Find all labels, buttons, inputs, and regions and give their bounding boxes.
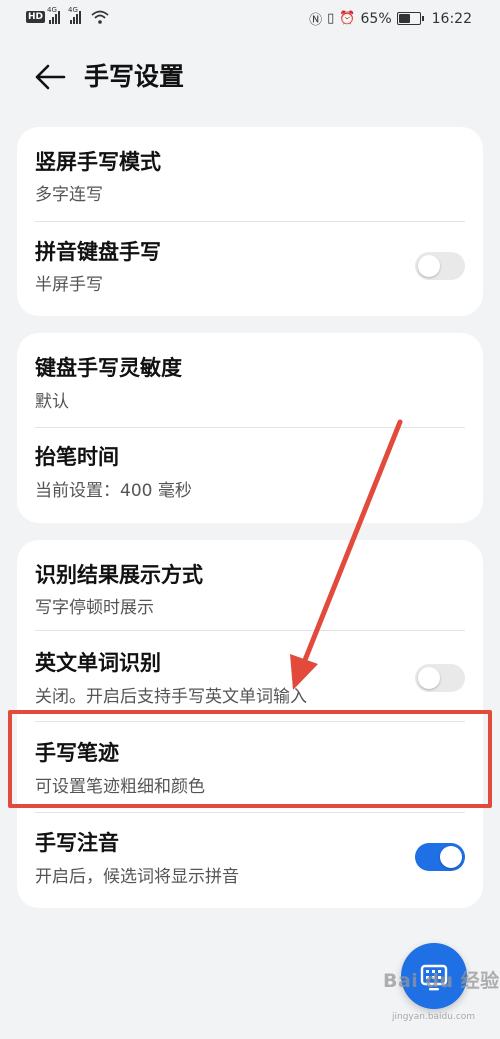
english-word-toggle[interactable] xyxy=(415,664,465,692)
pinyin-handwriting-toggle[interactable] xyxy=(415,252,465,280)
setting-item-sensitivity[interactable]: 键盘手写灵敏度 默认 xyxy=(17,333,483,427)
page-title: 手写设置 xyxy=(84,62,185,91)
alarm-icon: ⏰ xyxy=(339,11,356,26)
battery-icon xyxy=(396,12,424,25)
setting-item-result-display[interactable]: 识别结果展示方式 写字停顿时展示 xyxy=(17,540,483,630)
clock: 16:22 xyxy=(431,10,472,27)
setting-title: 手写注音 xyxy=(35,831,119,855)
setting-item-pen-lift-time[interactable]: 抬笔时间 当前设置：400 毫秒 xyxy=(17,428,483,523)
setting-title: 键盘手写灵敏度 xyxy=(35,356,182,380)
toggle-knob xyxy=(418,667,440,689)
status-bar: HD 4G 4G Ⓝ ▯ ⏰ 65% 16:22 xyxy=(0,0,500,38)
setting-title: 识别结果展示方式 xyxy=(35,563,203,587)
setting-item-pinyin-handwriting[interactable]: 拼音键盘手写 半屏手写 xyxy=(17,222,483,316)
setting-subtitle: 当前设置：400 毫秒 xyxy=(35,481,192,501)
settings-card-handwriting-mode: 竖屏手写模式 多字连写 拼音键盘手写 半屏手写 xyxy=(17,127,483,316)
battery-fill xyxy=(398,14,411,23)
battery-percent: 65% xyxy=(360,10,392,27)
signal-icon: 4G xyxy=(68,6,82,24)
hd-icon: HD xyxy=(26,11,46,23)
wifi-icon xyxy=(91,10,109,24)
setting-item-english-word[interactable]: 英文单词识别 关闭。开启后支持手写英文单词输入 xyxy=(17,631,483,721)
setting-title: 竖屏手写模式 xyxy=(35,150,161,174)
setting-item-portrait-mode[interactable]: 竖屏手写模式 多字连写 xyxy=(17,127,483,221)
phonetic-toggle[interactable] xyxy=(415,843,465,871)
status-left: HD 4G 4G xyxy=(26,6,109,24)
setting-subtitle: 默认 xyxy=(35,392,69,412)
nfc-icon: Ⓝ xyxy=(309,13,323,28)
settings-card-sensitivity: 键盘手写灵敏度 默认 抬笔时间 当前设置：400 毫秒 xyxy=(17,333,483,523)
setting-subtitle: 开启后，候选词将显示拼音 xyxy=(35,867,239,887)
setting-subtitle: 写字停顿时展示 xyxy=(35,598,154,618)
watermark: Bai du 经验 xyxy=(383,970,500,992)
toggle-knob xyxy=(418,255,440,277)
status-right: Ⓝ ▯ ⏰ 65% 16:22 xyxy=(309,9,472,29)
setting-item-phonetic[interactable]: 手写注音 开启后，候选词将显示拼音 xyxy=(17,813,483,908)
signal-icon: 4G xyxy=(47,6,61,24)
setting-subtitle: 关闭。开启后支持手写英文单词输入 xyxy=(35,687,307,707)
page-header: 手写设置 xyxy=(0,52,500,104)
arrow-left-icon[interactable] xyxy=(34,62,66,92)
setting-subtitle: 半屏手写 xyxy=(35,275,103,295)
annotation-highlight-box xyxy=(8,710,492,808)
network-type-label: 4G xyxy=(47,6,57,14)
network-type-label: 4G xyxy=(68,6,78,14)
setting-title: 抬笔时间 xyxy=(35,445,119,469)
setting-title: 英文单词识别 xyxy=(35,651,161,675)
setting-subtitle: 多字连写 xyxy=(35,185,103,205)
toggle-knob xyxy=(440,846,462,868)
vibrate-icon: ▯ xyxy=(327,11,335,26)
watermark-subtext: jingyan.baidu.com xyxy=(392,1012,476,1022)
setting-title: 拼音键盘手写 xyxy=(35,240,161,264)
